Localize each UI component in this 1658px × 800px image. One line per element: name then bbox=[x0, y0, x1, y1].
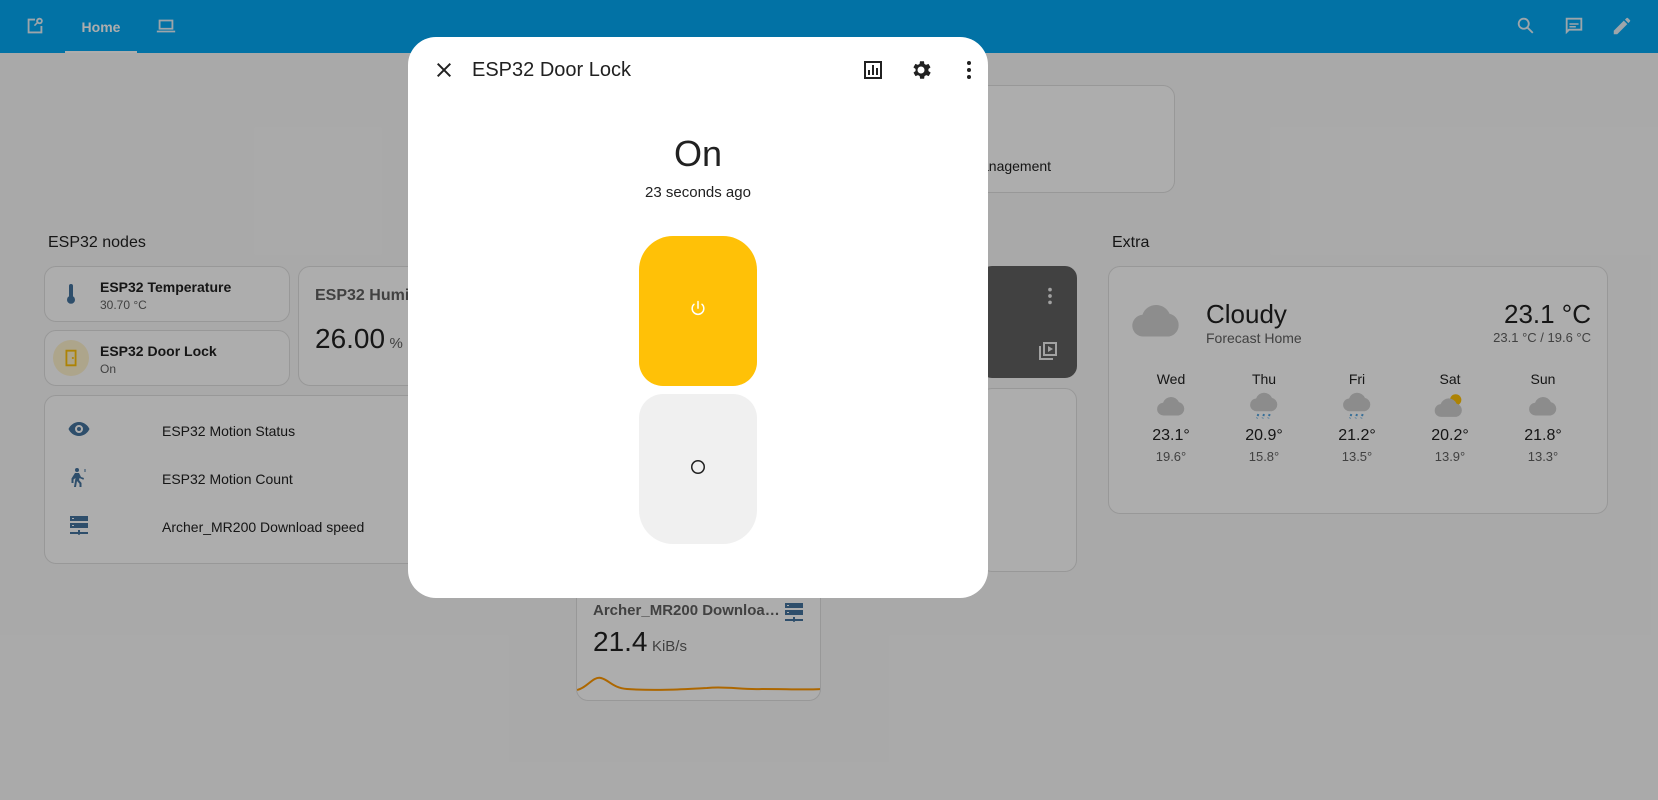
gear-icon bbox=[909, 58, 933, 87]
chart-box-icon bbox=[861, 58, 885, 87]
power-icon bbox=[688, 299, 708, 324]
overflow-menu-button[interactable] bbox=[951, 54, 987, 90]
last-changed: 23 seconds ago bbox=[645, 184, 751, 201]
circle-outline-icon bbox=[688, 457, 708, 482]
settings-button[interactable] bbox=[903, 54, 939, 90]
dialog-title: ESP32 Door Lock bbox=[472, 59, 631, 81]
entity-state: On bbox=[673, 133, 723, 174]
more-vert-icon bbox=[957, 58, 981, 87]
switch-on-button[interactable] bbox=[639, 236, 757, 386]
more-info-dialog: ESP32 Door Lock On 23 seconds ago bbox=[408, 37, 988, 598]
close-button[interactable] bbox=[426, 54, 462, 90]
close-icon bbox=[432, 58, 456, 87]
switch-off-button[interactable] bbox=[639, 394, 757, 544]
history-button[interactable] bbox=[855, 54, 891, 90]
